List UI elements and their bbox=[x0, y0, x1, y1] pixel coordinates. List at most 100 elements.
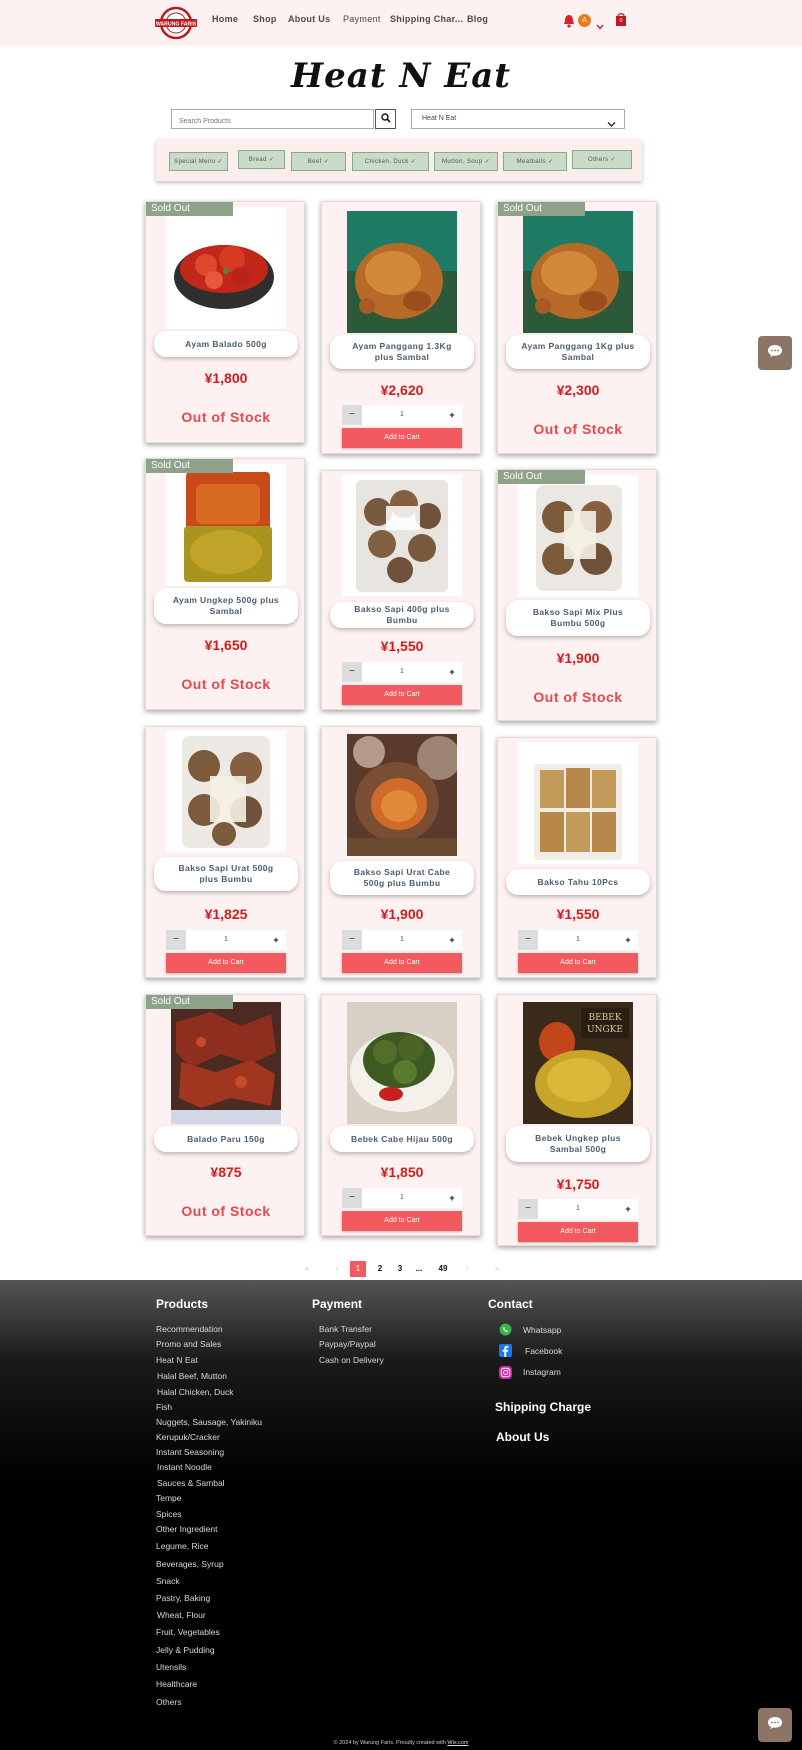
footer-product-link[interactable]: Halal Chicken, Duck bbox=[157, 1387, 234, 1397]
pagination-page-1[interactable]: 1 bbox=[350, 1261, 366, 1277]
product-name[interactable]: Bakso Sapi 400g plus Bumbu bbox=[330, 602, 474, 628]
chip-others[interactable]: Others ✓ bbox=[572, 150, 632, 169]
wix-link[interactable]: Wix.com bbox=[447, 1740, 468, 1746]
pagination-next[interactable]: › bbox=[460, 1261, 474, 1277]
footer-product-link[interactable]: Halal Beef, Mutton bbox=[157, 1371, 227, 1381]
product-image[interactable] bbox=[347, 1002, 457, 1124]
cart-icon[interactable]: 0 bbox=[615, 12, 627, 27]
footer-link-instagram[interactable]: Instagram bbox=[523, 1367, 561, 1377]
product-card[interactable]: Sold Out Ayam Balado 500g ¥1,800 Out of … bbox=[145, 201, 305, 443]
footer-product-link[interactable]: Instant Noodle bbox=[157, 1462, 212, 1472]
pagination-first[interactable]: « bbox=[300, 1261, 314, 1277]
chip-special-menu[interactable]: Special Menu ✓ bbox=[169, 152, 228, 171]
product-image[interactable] bbox=[523, 211, 633, 333]
chat-button-bottom[interactable] bbox=[758, 1708, 792, 1742]
qty-value[interactable]: 1 bbox=[362, 1188, 442, 1208]
product-name[interactable]: Bakso Sapi Urat 500g plus Bumbu bbox=[154, 857, 298, 891]
nav-payment[interactable]: Payment bbox=[343, 14, 381, 24]
product-card[interactable]: Bakso Sapi Urat 500g plus Bumbu ¥1,825 −… bbox=[145, 726, 305, 978]
search-input[interactable] bbox=[172, 112, 373, 131]
product-name[interactable]: Bebek Cabe Hijau 500g bbox=[330, 1126, 474, 1152]
bell-icon[interactable] bbox=[563, 14, 575, 33]
footer-product-link[interactable]: Recommendation bbox=[156, 1324, 223, 1334]
search-button[interactable] bbox=[375, 109, 396, 129]
product-card[interactable]: Bakso Sapi 400g plus Bumbu ¥1,550 − 1 + … bbox=[321, 470, 481, 710]
product-image[interactable] bbox=[347, 734, 457, 856]
product-name[interactable]: Ayam Balado 500g bbox=[154, 331, 298, 357]
qty-increase-button[interactable]: + bbox=[442, 405, 462, 425]
product-card[interactable]: Sold Out Balado Paru 150g ¥875 Out of St… bbox=[145, 994, 305, 1236]
product-card[interactable]: BEBEK UNGKE Bebek Ungkep plus Sambal 500g… bbox=[497, 994, 657, 1246]
footer-product-link[interactable]: Fruit, Vegetables bbox=[156, 1627, 220, 1637]
product-card[interactable]: Bebek Cabe Hijau 500g ¥1,850 − 1 + Add t… bbox=[321, 994, 481, 1236]
add-to-cart-button[interactable]: Add to Cart bbox=[518, 1222, 638, 1242]
qty-decrease-button[interactable]: − bbox=[342, 662, 362, 682]
chip-bread[interactable]: Bread ✓ bbox=[238, 150, 285, 169]
footer-product-link[interactable]: Nuggets, Sausage, Yakiniku bbox=[156, 1417, 262, 1427]
qty-value[interactable]: 1 bbox=[362, 405, 442, 425]
footer-product-link[interactable]: Sauces & Sambal bbox=[157, 1478, 225, 1488]
product-name[interactable]: Bebek Ungkep plus Sambal 500g bbox=[506, 1126, 650, 1162]
qty-value[interactable]: 1 bbox=[362, 930, 442, 950]
product-image[interactable] bbox=[166, 207, 286, 329]
pagination-page-3[interactable]: 3 bbox=[393, 1261, 407, 1277]
qty-increase-button[interactable]: + bbox=[266, 930, 286, 950]
footer-product-link[interactable]: Spices bbox=[156, 1509, 182, 1519]
footer-link-whatsapp[interactable]: Whatsapp bbox=[523, 1325, 561, 1335]
nav-blog[interactable]: Blog bbox=[467, 14, 488, 24]
product-image[interactable] bbox=[171, 1002, 281, 1124]
whatsapp-icon[interactable] bbox=[499, 1323, 512, 1341]
qty-increase-button[interactable]: + bbox=[618, 1199, 638, 1219]
qty-value[interactable]: 1 bbox=[186, 930, 266, 950]
nav-shipping-charge[interactable]: Shipping Char... bbox=[390, 14, 463, 24]
add-to-cart-button[interactable]: Add to Cart bbox=[342, 953, 462, 973]
footer-shipping-charge[interactable]: Shipping Charge bbox=[495, 1400, 591, 1414]
footer-product-link[interactable]: Pastry, Baking bbox=[156, 1593, 210, 1603]
avatar[interactable]: A bbox=[578, 14, 591, 27]
product-name[interactable]: Ayam Panggang 1Kg plus Sambal bbox=[506, 335, 650, 369]
product-card[interactable]: Sold Out Ayam Ungkep 500g plus Sambal ¥1… bbox=[145, 458, 305, 710]
pagination-last[interactable]: » bbox=[490, 1261, 504, 1277]
chip-mutton-soup[interactable]: Mutton, Soup ✓ bbox=[434, 152, 498, 171]
add-to-cart-button[interactable]: Add to Cart bbox=[166, 953, 286, 973]
product-image[interactable] bbox=[166, 730, 286, 852]
footer-product-link[interactable]: Beverages, Syrup bbox=[156, 1559, 224, 1569]
footer-product-link[interactable]: Other Ingredient bbox=[156, 1524, 217, 1534]
qty-decrease-button[interactable]: − bbox=[342, 930, 362, 950]
footer-product-link[interactable]: Heat N Eat bbox=[156, 1355, 198, 1365]
footer-product-link[interactable]: Fish bbox=[156, 1402, 172, 1412]
category-select[interactable]: Heat N Eat bbox=[411, 109, 625, 129]
pagination-prev[interactable]: ‹ bbox=[330, 1261, 344, 1277]
qty-decrease-button[interactable]: − bbox=[166, 930, 186, 950]
chip-chicken-duck[interactable]: Chicken, Duck ✓ bbox=[352, 152, 429, 171]
qty-decrease-button[interactable]: − bbox=[342, 1188, 362, 1208]
qty-decrease-button[interactable]: − bbox=[342, 405, 362, 425]
product-image[interactable]: BEBEK UNGKE bbox=[523, 1002, 633, 1124]
footer-product-link[interactable]: Utensils bbox=[156, 1662, 186, 1672]
footer-link-facebook[interactable]: Facebook bbox=[525, 1346, 562, 1356]
add-to-cart-button[interactable]: Add to Cart bbox=[342, 685, 462, 705]
footer-about-us[interactable]: About Us bbox=[496, 1430, 549, 1444]
footer-product-link[interactable]: Kerupuk/Cracker bbox=[156, 1432, 220, 1442]
chip-meatballs[interactable]: Meatballs ✓ bbox=[503, 152, 567, 171]
footer-product-link[interactable]: Snack bbox=[156, 1576, 180, 1586]
add-to-cart-button[interactable]: Add to Cart bbox=[342, 1211, 462, 1231]
product-image[interactable] bbox=[347, 211, 457, 333]
pagination-page-last[interactable]: 49 bbox=[434, 1261, 452, 1277]
product-image[interactable] bbox=[166, 464, 286, 586]
chat-button[interactable] bbox=[758, 336, 792, 370]
footer-product-link[interactable]: Tempe bbox=[156, 1493, 182, 1503]
site-logo[interactable]: WARUNG FARIS bbox=[153, 6, 199, 40]
product-image[interactable] bbox=[518, 742, 638, 864]
product-name[interactable]: Bakso Sapi Mix Plus Bumbu 500g bbox=[506, 600, 650, 636]
product-name[interactable]: Ayam Panggang 1.3Kg plus Sambal bbox=[330, 335, 474, 369]
qty-value[interactable]: 1 bbox=[362, 662, 442, 682]
footer-product-link[interactable]: Legume, Rice bbox=[156, 1541, 208, 1551]
product-card[interactable]: Sold Out Ayam Panggang 1Kg plus Sambal ¥… bbox=[497, 201, 657, 454]
qty-increase-button[interactable]: + bbox=[618, 930, 638, 950]
footer-product-link[interactable]: Others bbox=[156, 1697, 182, 1707]
product-card[interactable]: Bakso Sapi Urat Cabe 500g plus Bumbu ¥1,… bbox=[321, 726, 481, 978]
pagination-page-2[interactable]: 2 bbox=[373, 1261, 387, 1277]
qty-decrease-button[interactable]: − bbox=[518, 930, 538, 950]
footer-link-cod[interactable]: Cash on Delivery bbox=[319, 1355, 384, 1365]
